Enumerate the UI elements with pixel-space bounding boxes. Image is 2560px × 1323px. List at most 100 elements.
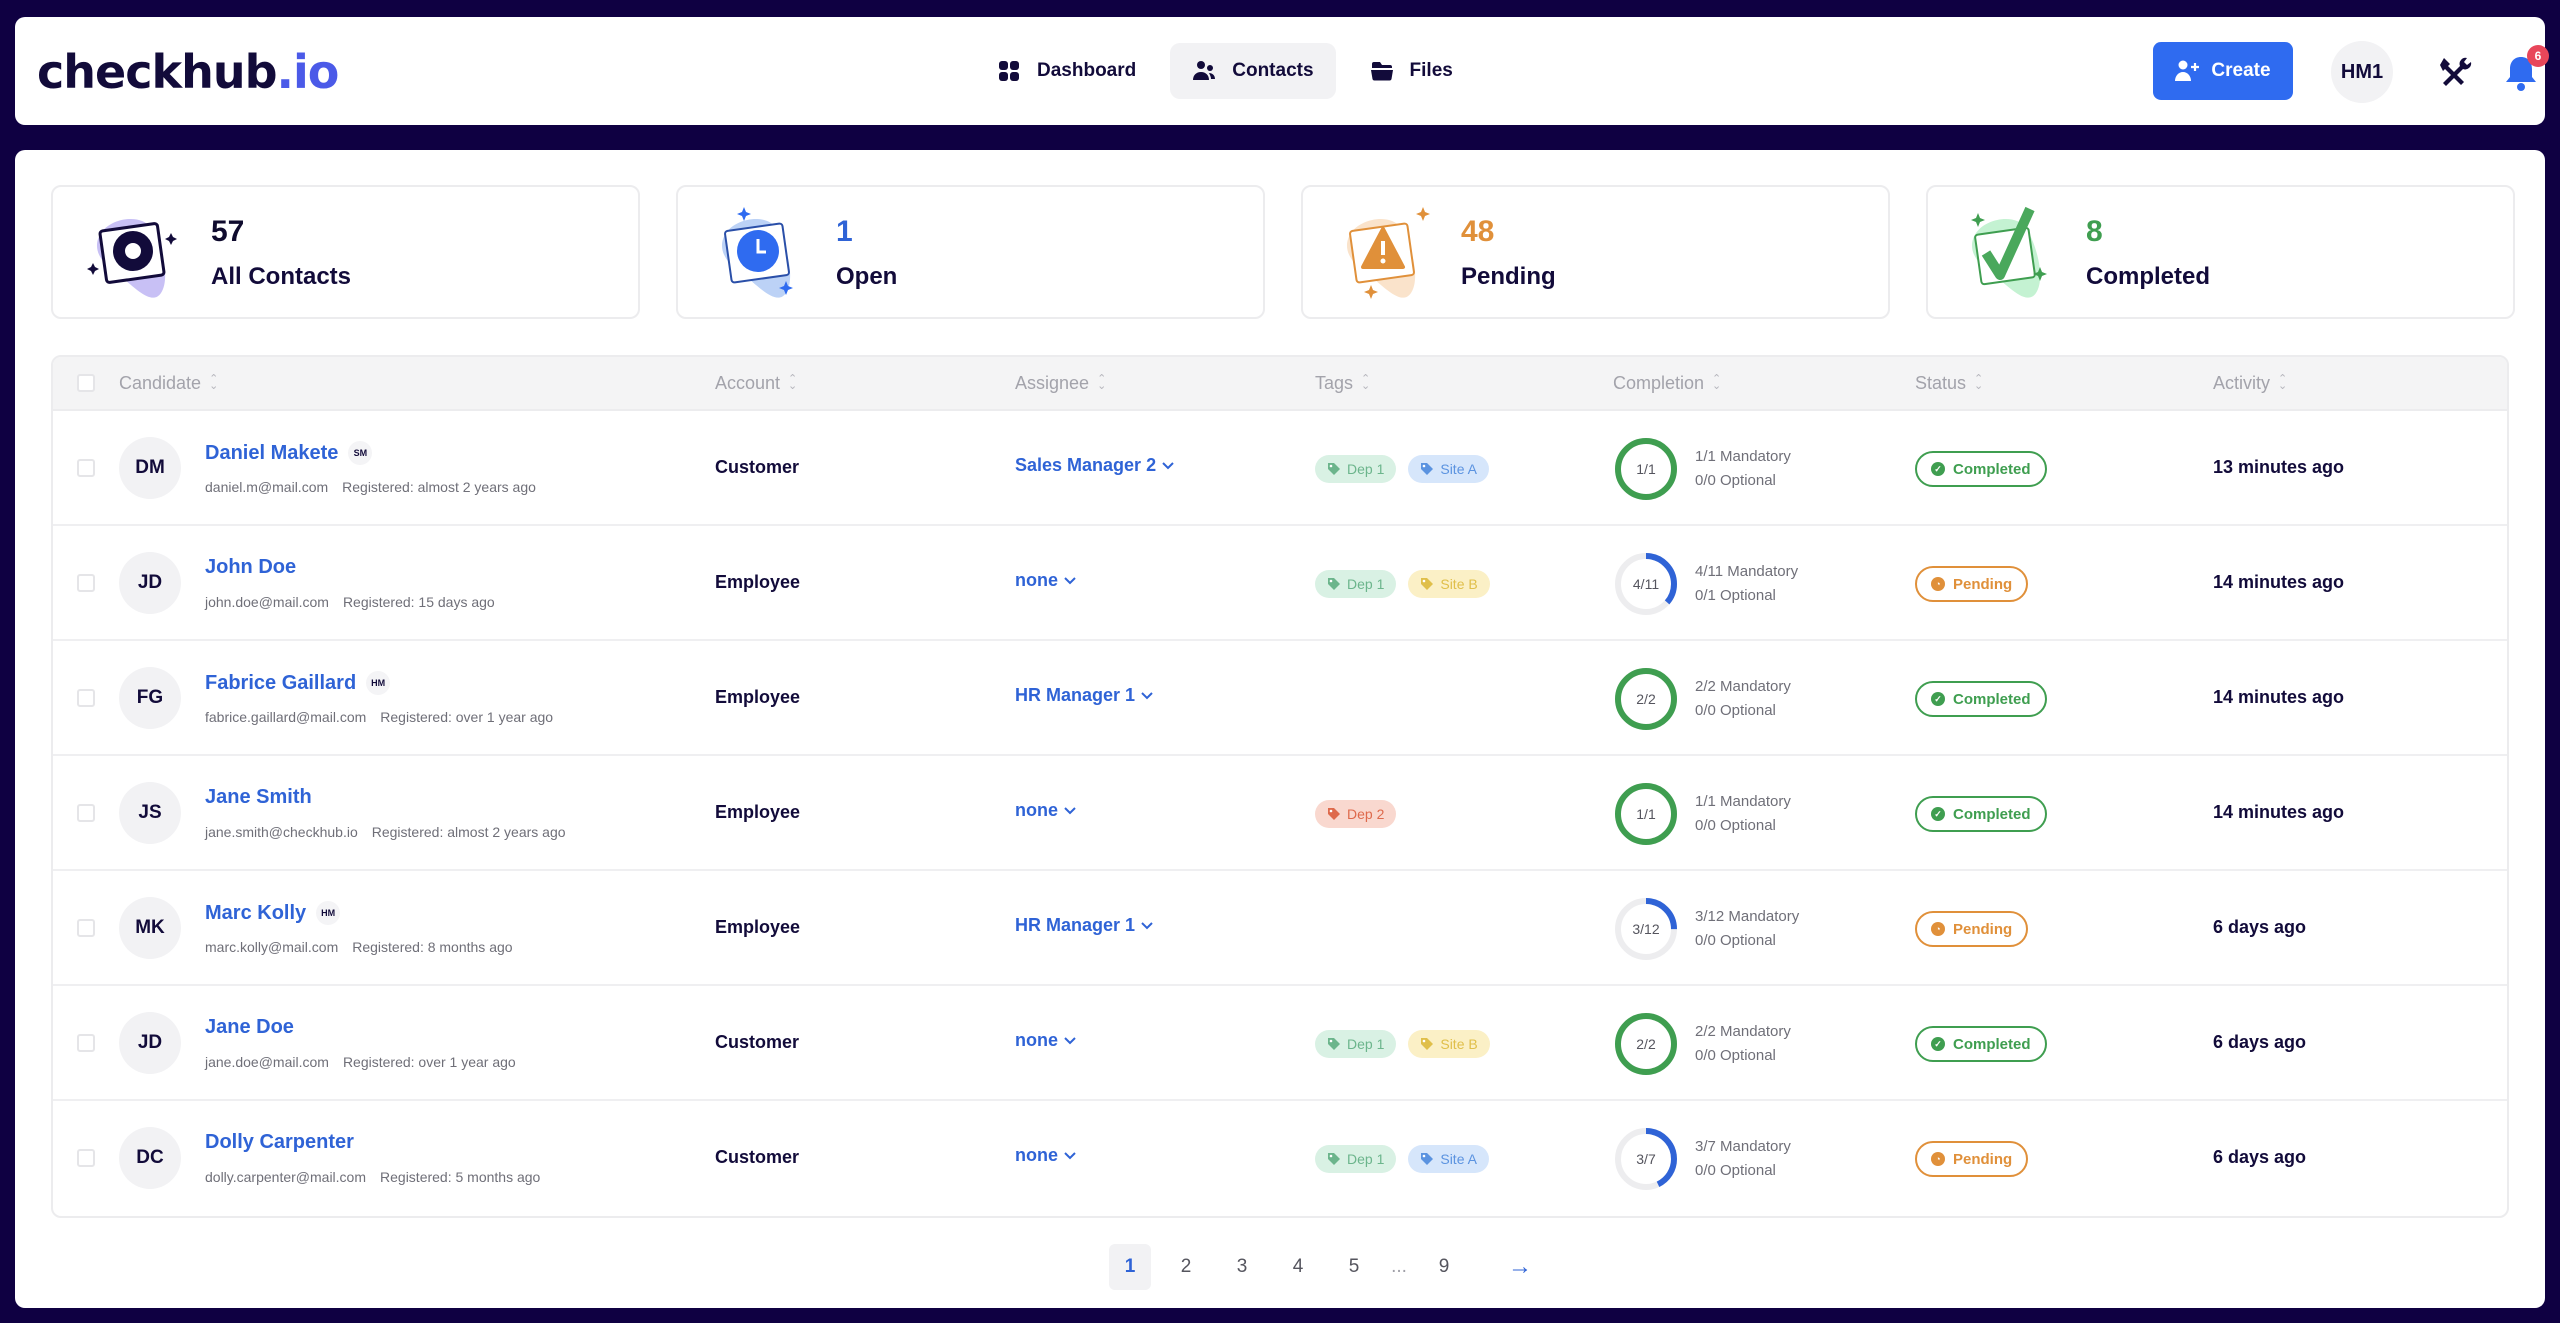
table-row[interactable]: JS Jane Smith jane.smith@checkhub.io Reg… xyxy=(53,756,2507,871)
table-row[interactable]: JD John Doe john.doe@mail.com Registered… xyxy=(53,526,2507,641)
tag-icon xyxy=(1328,1038,1340,1050)
create-button[interactable]: Create xyxy=(2153,42,2293,100)
row-checkbox[interactable] xyxy=(77,804,95,822)
row-checkbox[interactable] xyxy=(77,1034,95,1052)
column-header-account[interactable]: Account ⌃ ⌄ xyxy=(715,373,797,394)
column-header-status[interactable]: Status ⌃ ⌄ xyxy=(1915,373,1983,394)
optional-count: 0/0 Optional xyxy=(1695,1162,1776,1179)
page-1-button[interactable]: 1 xyxy=(1109,1244,1151,1290)
check-circle-icon: ✓ xyxy=(1931,807,1945,821)
candidate-name-link[interactable]: Dolly Carpenter xyxy=(205,1131,354,1154)
column-header-activity[interactable]: Activity ⌃ ⌄ xyxy=(2213,373,2287,394)
optional-count: 0/0 Optional xyxy=(1695,1047,1776,1064)
candidate-meta: jane.doe@mail.com Registered: over 1 yea… xyxy=(205,1054,516,1070)
next-page-button[interactable]: → xyxy=(1499,1244,1541,1290)
tools-icon[interactable] xyxy=(2439,55,2473,89)
row-checkbox[interactable] xyxy=(77,689,95,707)
page-5-button[interactable]: 5 xyxy=(1333,1244,1375,1290)
tags-list: Dep 1 Site B xyxy=(1315,570,1490,598)
assignee-dropdown[interactable]: none xyxy=(1015,1145,1076,1166)
candidate-name-link[interactable]: Jane Smith xyxy=(205,786,312,809)
table-row[interactable]: DC Dolly Carpenter dolly.carpenter@mail.… xyxy=(53,1101,2507,1216)
page-2-button[interactable]: 2 xyxy=(1165,1244,1207,1290)
assignee-dropdown[interactable]: HR Manager 1 xyxy=(1015,685,1153,706)
candidate-registered: Registered: 15 days ago xyxy=(342,594,495,610)
row-checkbox[interactable] xyxy=(77,919,95,937)
sort-icon: ⌃ ⌄ xyxy=(1974,373,1984,392)
candidate-email: jane.doe@mail.com xyxy=(205,1054,329,1070)
candidate-email: daniel.m@mail.com xyxy=(205,479,329,495)
arrow-right-icon: → xyxy=(1508,1253,1532,1280)
completion-details: 3/12 Mandatory 0/0 Optional xyxy=(1695,905,1799,953)
table-row[interactable]: FG Fabrice Gaillard HM fabrice.gaillard@… xyxy=(53,641,2507,756)
table-row[interactable]: DM Daniel Makete SM daniel.m@mail.com Re… xyxy=(53,411,2507,526)
nav-dashboard[interactable]: Dashboard xyxy=(975,43,1158,99)
page-last-button[interactable]: 9 xyxy=(1423,1244,1465,1290)
completion-details: 1/1 Mandatory 0/0 Optional xyxy=(1695,445,1791,493)
stat-card-open[interactable]: 1 Open xyxy=(676,185,1265,319)
row-checkbox[interactable] xyxy=(77,574,95,592)
stat-label: All Contacts xyxy=(211,263,352,290)
assignee-dropdown[interactable]: HR Manager 1 xyxy=(1015,915,1153,936)
candidate-name-link[interactable]: Daniel Makete xyxy=(205,442,338,465)
candidate-name-link[interactable]: John Doe xyxy=(205,556,296,579)
account-type: Customer xyxy=(715,457,800,477)
completion-ring-label: 1/1 xyxy=(1636,806,1656,822)
chevron-down-icon xyxy=(1064,806,1076,814)
avatar: MK xyxy=(119,897,181,959)
nav-contacts[interactable]: Contacts xyxy=(1170,43,1336,99)
notification-count-badge: 6 xyxy=(2527,45,2549,67)
tag-badge[interactable]: Dep 1 xyxy=(1315,570,1397,598)
column-header-assignee[interactable]: Assignee ⌃ ⌄ xyxy=(1015,373,1106,394)
tag-badge[interactable]: Dep 1 xyxy=(1315,1030,1397,1058)
candidate-registered: Registered: almost 2 years ago xyxy=(371,824,566,840)
tags-list: Dep 1 Site A xyxy=(1315,455,1489,483)
tag-badge[interactable]: Site B xyxy=(1408,1030,1490,1058)
stat-card-all-contacts[interactable]: 57 All Contacts xyxy=(51,185,640,319)
candidate-email: fabrice.gaillard@mail.com xyxy=(205,709,367,725)
select-all-checkbox[interactable] xyxy=(77,374,95,392)
tag-badge[interactable]: Dep 1 xyxy=(1315,1145,1397,1173)
candidate-name-line: Fabrice Gaillard HM xyxy=(205,671,391,695)
nav-files[interactable]: Files xyxy=(1348,43,1475,99)
column-header-completion[interactable]: Completion ⌃ ⌄ xyxy=(1613,373,1721,394)
column-header-tags[interactable]: Tags ⌃ ⌄ xyxy=(1315,373,1370,394)
candidate-meta: jane.smith@checkhub.io Registered: almos… xyxy=(205,824,566,840)
stat-count: 8 xyxy=(2086,215,2103,248)
user-avatar[interactable]: HM1 xyxy=(2331,41,2393,103)
table-row[interactable]: MK Marc Kolly HM marc.kolly@mail.com Reg… xyxy=(53,871,2507,986)
clock-icon: ◔ xyxy=(1931,577,1945,591)
row-checkbox[interactable] xyxy=(77,1149,95,1167)
assignee-dropdown[interactable]: Sales Manager 2 xyxy=(1015,455,1174,476)
tag-badge[interactable]: Dep 1 xyxy=(1315,455,1397,483)
assignee-dropdown[interactable]: none xyxy=(1015,1030,1076,1051)
row-checkbox[interactable] xyxy=(77,459,95,477)
tag-badge[interactable]: Site B xyxy=(1408,570,1490,598)
stat-count: 1 xyxy=(836,215,853,248)
tag-badge[interactable]: Site A xyxy=(1408,1145,1489,1173)
page-4-button[interactable]: 4 xyxy=(1277,1244,1319,1290)
candidate-email: john.doe@mail.com xyxy=(205,594,329,610)
checkhub-logo[interactable]: checkhub.io xyxy=(37,45,339,99)
mandatory-count: 3/12 Mandatory xyxy=(1695,908,1800,925)
tag-icon xyxy=(1421,578,1434,590)
candidate-name-link[interactable]: Fabrice Gaillard xyxy=(205,672,356,695)
candidate-name-line: Dolly Carpenter xyxy=(205,1131,354,1154)
candidate-name-line: Jane Doe xyxy=(205,1016,294,1039)
column-header-candidate[interactable]: Candidate ⌃ ⌄ xyxy=(119,373,218,394)
assignee-dropdown[interactable]: none xyxy=(1015,800,1076,821)
candidate-name-link[interactable]: Marc Kolly xyxy=(205,902,306,925)
chevron-down-icon xyxy=(1064,576,1076,584)
tag-label: Dep 1 xyxy=(1347,1036,1385,1052)
page-3-button[interactable]: 3 xyxy=(1221,1244,1263,1290)
table-body: DM Daniel Makete SM daniel.m@mail.com Re… xyxy=(53,411,2507,1216)
candidate-name-link[interactable]: Jane Doe xyxy=(205,1016,294,1039)
stat-card-pending[interactable]: 48 Pending xyxy=(1301,185,1890,319)
tag-badge[interactable]: Dep 2 xyxy=(1315,800,1397,828)
tag-badge[interactable]: Site A xyxy=(1408,455,1489,483)
last-activity: 6 days ago xyxy=(2213,917,2307,937)
completion-ring-label: 4/11 xyxy=(1632,576,1660,592)
assignee-dropdown[interactable]: none xyxy=(1015,570,1076,591)
stat-card-completed[interactable]: 8 Completed xyxy=(1926,185,2515,319)
table-row[interactable]: JD Jane Doe jane.doe@mail.com Registered… xyxy=(53,986,2507,1101)
